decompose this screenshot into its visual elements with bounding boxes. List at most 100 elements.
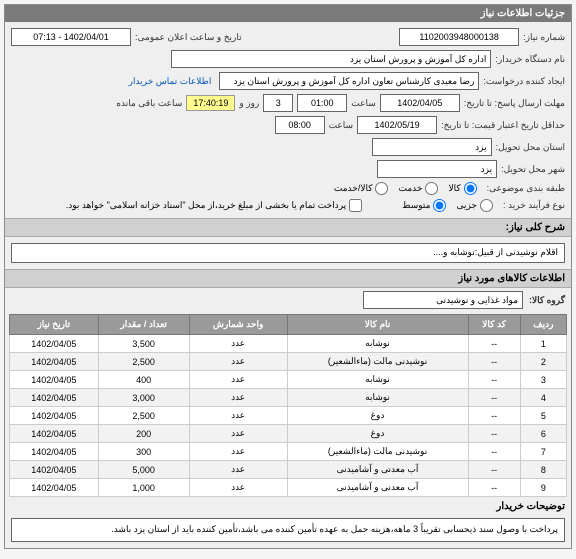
details-panel: جزئیات اطلاعات نیاز شماره نیاز: تاریخ و … xyxy=(4,4,572,549)
table-cell: 1402/04/05 xyxy=(10,407,99,425)
table-cell: 1402/04/05 xyxy=(10,461,99,479)
table-row: 7--نوشیدنی مالت (ماءالشعیر)عدد3001402/04… xyxy=(10,443,567,461)
table-cell: 7 xyxy=(520,443,566,461)
group-input[interactable] xyxy=(363,291,523,309)
table-cell: عدد xyxy=(189,461,287,479)
saat-label-1: ساعت xyxy=(351,98,376,109)
table-row: 9--آب معدنی و آشامیدنیعدد1,0001402/04/05 xyxy=(10,479,567,497)
table-cell: 1402/04/05 xyxy=(10,335,99,353)
table-cell: عدد xyxy=(189,389,287,407)
radio-motavaset[interactable] xyxy=(433,199,446,212)
min-valid-date-input[interactable] xyxy=(357,116,437,134)
table-cell: 5,000 xyxy=(98,461,189,479)
table-cell: عدد xyxy=(189,407,287,425)
table-cell: عدد xyxy=(189,443,287,461)
table-row: 4--نوشابهعدد3,0001402/04/05 xyxy=(10,389,567,407)
radio-both[interactable] xyxy=(375,182,388,195)
group-label: گروه کالا: xyxy=(529,295,565,306)
radio-khadamat[interactable] xyxy=(425,182,438,195)
items-table: ردیفکد کالانام کالاواحد شمارشتعداد / مقد… xyxy=(9,314,567,497)
creator-input[interactable] xyxy=(219,72,479,90)
treasury-checkbox[interactable] xyxy=(349,199,362,212)
table-row: 8--آب معدنی و آشامیدنیعدد5,0001402/04/05 xyxy=(10,461,567,479)
days-left-input[interactable] xyxy=(263,94,293,112)
table-row: 3--نوشابهعدد4001402/04/05 xyxy=(10,371,567,389)
table-cell: 6 xyxy=(520,425,566,443)
note-title: توضیحات خریدار xyxy=(5,497,571,514)
remain-label: ساعت باقی مانده xyxy=(116,98,182,109)
table-cell: 1402/04/05 xyxy=(10,443,99,461)
opt-khadamat: خدمت xyxy=(398,183,422,194)
table-cell: 8 xyxy=(520,461,566,479)
table-cell: 1402/04/05 xyxy=(10,425,99,443)
opt-motavaset: متوسط xyxy=(402,200,430,211)
table-cell: 1402/04/05 xyxy=(10,479,99,497)
col-header: تاریخ نیاز xyxy=(10,315,99,335)
table-row: 6--دوغعدد2001402/04/05 xyxy=(10,425,567,443)
table-cell: 2,500 xyxy=(98,407,189,425)
table-cell: 3,500 xyxy=(98,335,189,353)
table-cell: 1402/04/05 xyxy=(10,353,99,371)
panel-title: جزئیات اطلاعات نیاز xyxy=(5,5,571,22)
city-label: شهر محل تحویل: xyxy=(501,164,565,175)
buy-type-label: نوع فرآیند خرید : xyxy=(503,200,565,211)
class-label: طبقه بندی موضوعی: xyxy=(487,183,565,194)
table-cell: 1 xyxy=(520,335,566,353)
min-valid-label: حداقل تاریخ اعتبار قیمت: تا تاریخ: xyxy=(441,120,565,131)
table-cell: 9 xyxy=(520,479,566,497)
table-cell: -- xyxy=(468,425,520,443)
table-cell: 5 xyxy=(520,407,566,425)
table-cell: -- xyxy=(468,389,520,407)
contact-link[interactable]: اطلاعات تماس خریدار xyxy=(125,76,216,87)
table-cell: 2,500 xyxy=(98,353,189,371)
need-no-input[interactable] xyxy=(399,28,519,46)
table-cell: 1,000 xyxy=(98,479,189,497)
table-cell: عدد xyxy=(189,353,287,371)
deadline-time-input[interactable] xyxy=(297,94,347,112)
col-header: واحد شمارش xyxy=(189,315,287,335)
radio-jozi[interactable] xyxy=(480,199,493,212)
col-header: ردیف xyxy=(520,315,566,335)
col-header: نام کالا xyxy=(287,315,468,335)
table-cell: نوشابه xyxy=(287,389,468,407)
saat-label-2: ساعت xyxy=(329,120,354,131)
loc-label: استان محل تحویل: xyxy=(496,142,565,153)
table-row: 1--نوشابهعدد3,5001402/04/05 xyxy=(10,335,567,353)
table-cell: -- xyxy=(468,335,520,353)
table-cell: آب معدنی و آشامیدنی xyxy=(287,479,468,497)
table-cell: نوشیدنی مالت (ماءالشعیر) xyxy=(287,443,468,461)
table-cell: 1402/04/05 xyxy=(10,371,99,389)
announce-input[interactable] xyxy=(11,28,131,46)
table-cell: 300 xyxy=(98,443,189,461)
min-valid-time-input[interactable] xyxy=(275,116,325,134)
table-cell: دوغ xyxy=(287,407,468,425)
table-cell: دوغ xyxy=(287,425,468,443)
table-row: 5--دوغعدد2,5001402/04/05 xyxy=(10,407,567,425)
table-cell: -- xyxy=(468,479,520,497)
table-cell: عدد xyxy=(189,479,287,497)
table-cell: -- xyxy=(468,353,520,371)
announce-label: تاریخ و ساعت اعلان عمومی: xyxy=(135,32,242,43)
buyer-label: نام دستگاه خریدار: xyxy=(495,54,565,65)
table-cell: عدد xyxy=(189,371,287,389)
table-cell: نوشیدنی مالت (ماءالشعیر) xyxy=(287,353,468,371)
table-cell: 2 xyxy=(520,353,566,371)
deadline-date-input[interactable] xyxy=(380,94,460,112)
table-cell: نوشابه xyxy=(287,335,468,353)
deadline-label: مهلت ارسال پاسخ: تا تاریخ: xyxy=(464,98,565,109)
buyer-input[interactable] xyxy=(171,50,491,68)
treasury-note: پرداخت تمام یا بخشی از مبلغ خرید،از محل … xyxy=(66,200,346,211)
loc-input[interactable] xyxy=(372,138,492,156)
city-input[interactable] xyxy=(377,160,497,178)
table-cell: 200 xyxy=(98,425,189,443)
col-header: تعداد / مقدار xyxy=(98,315,189,335)
need-no-label: شماره نیاز: xyxy=(523,32,565,43)
table-cell: عدد xyxy=(189,335,287,353)
time-remaining: 17:40:19 xyxy=(186,95,235,111)
opt-both: کالا/خدمت xyxy=(334,183,373,194)
radio-kala[interactable] xyxy=(464,182,477,195)
rooz-label: روز و xyxy=(239,98,259,109)
desc-box: اقلام نوشیدنی از قبیل:نوشابه و.... xyxy=(11,243,565,263)
table-cell: نوشابه xyxy=(287,371,468,389)
table-cell: -- xyxy=(468,443,520,461)
